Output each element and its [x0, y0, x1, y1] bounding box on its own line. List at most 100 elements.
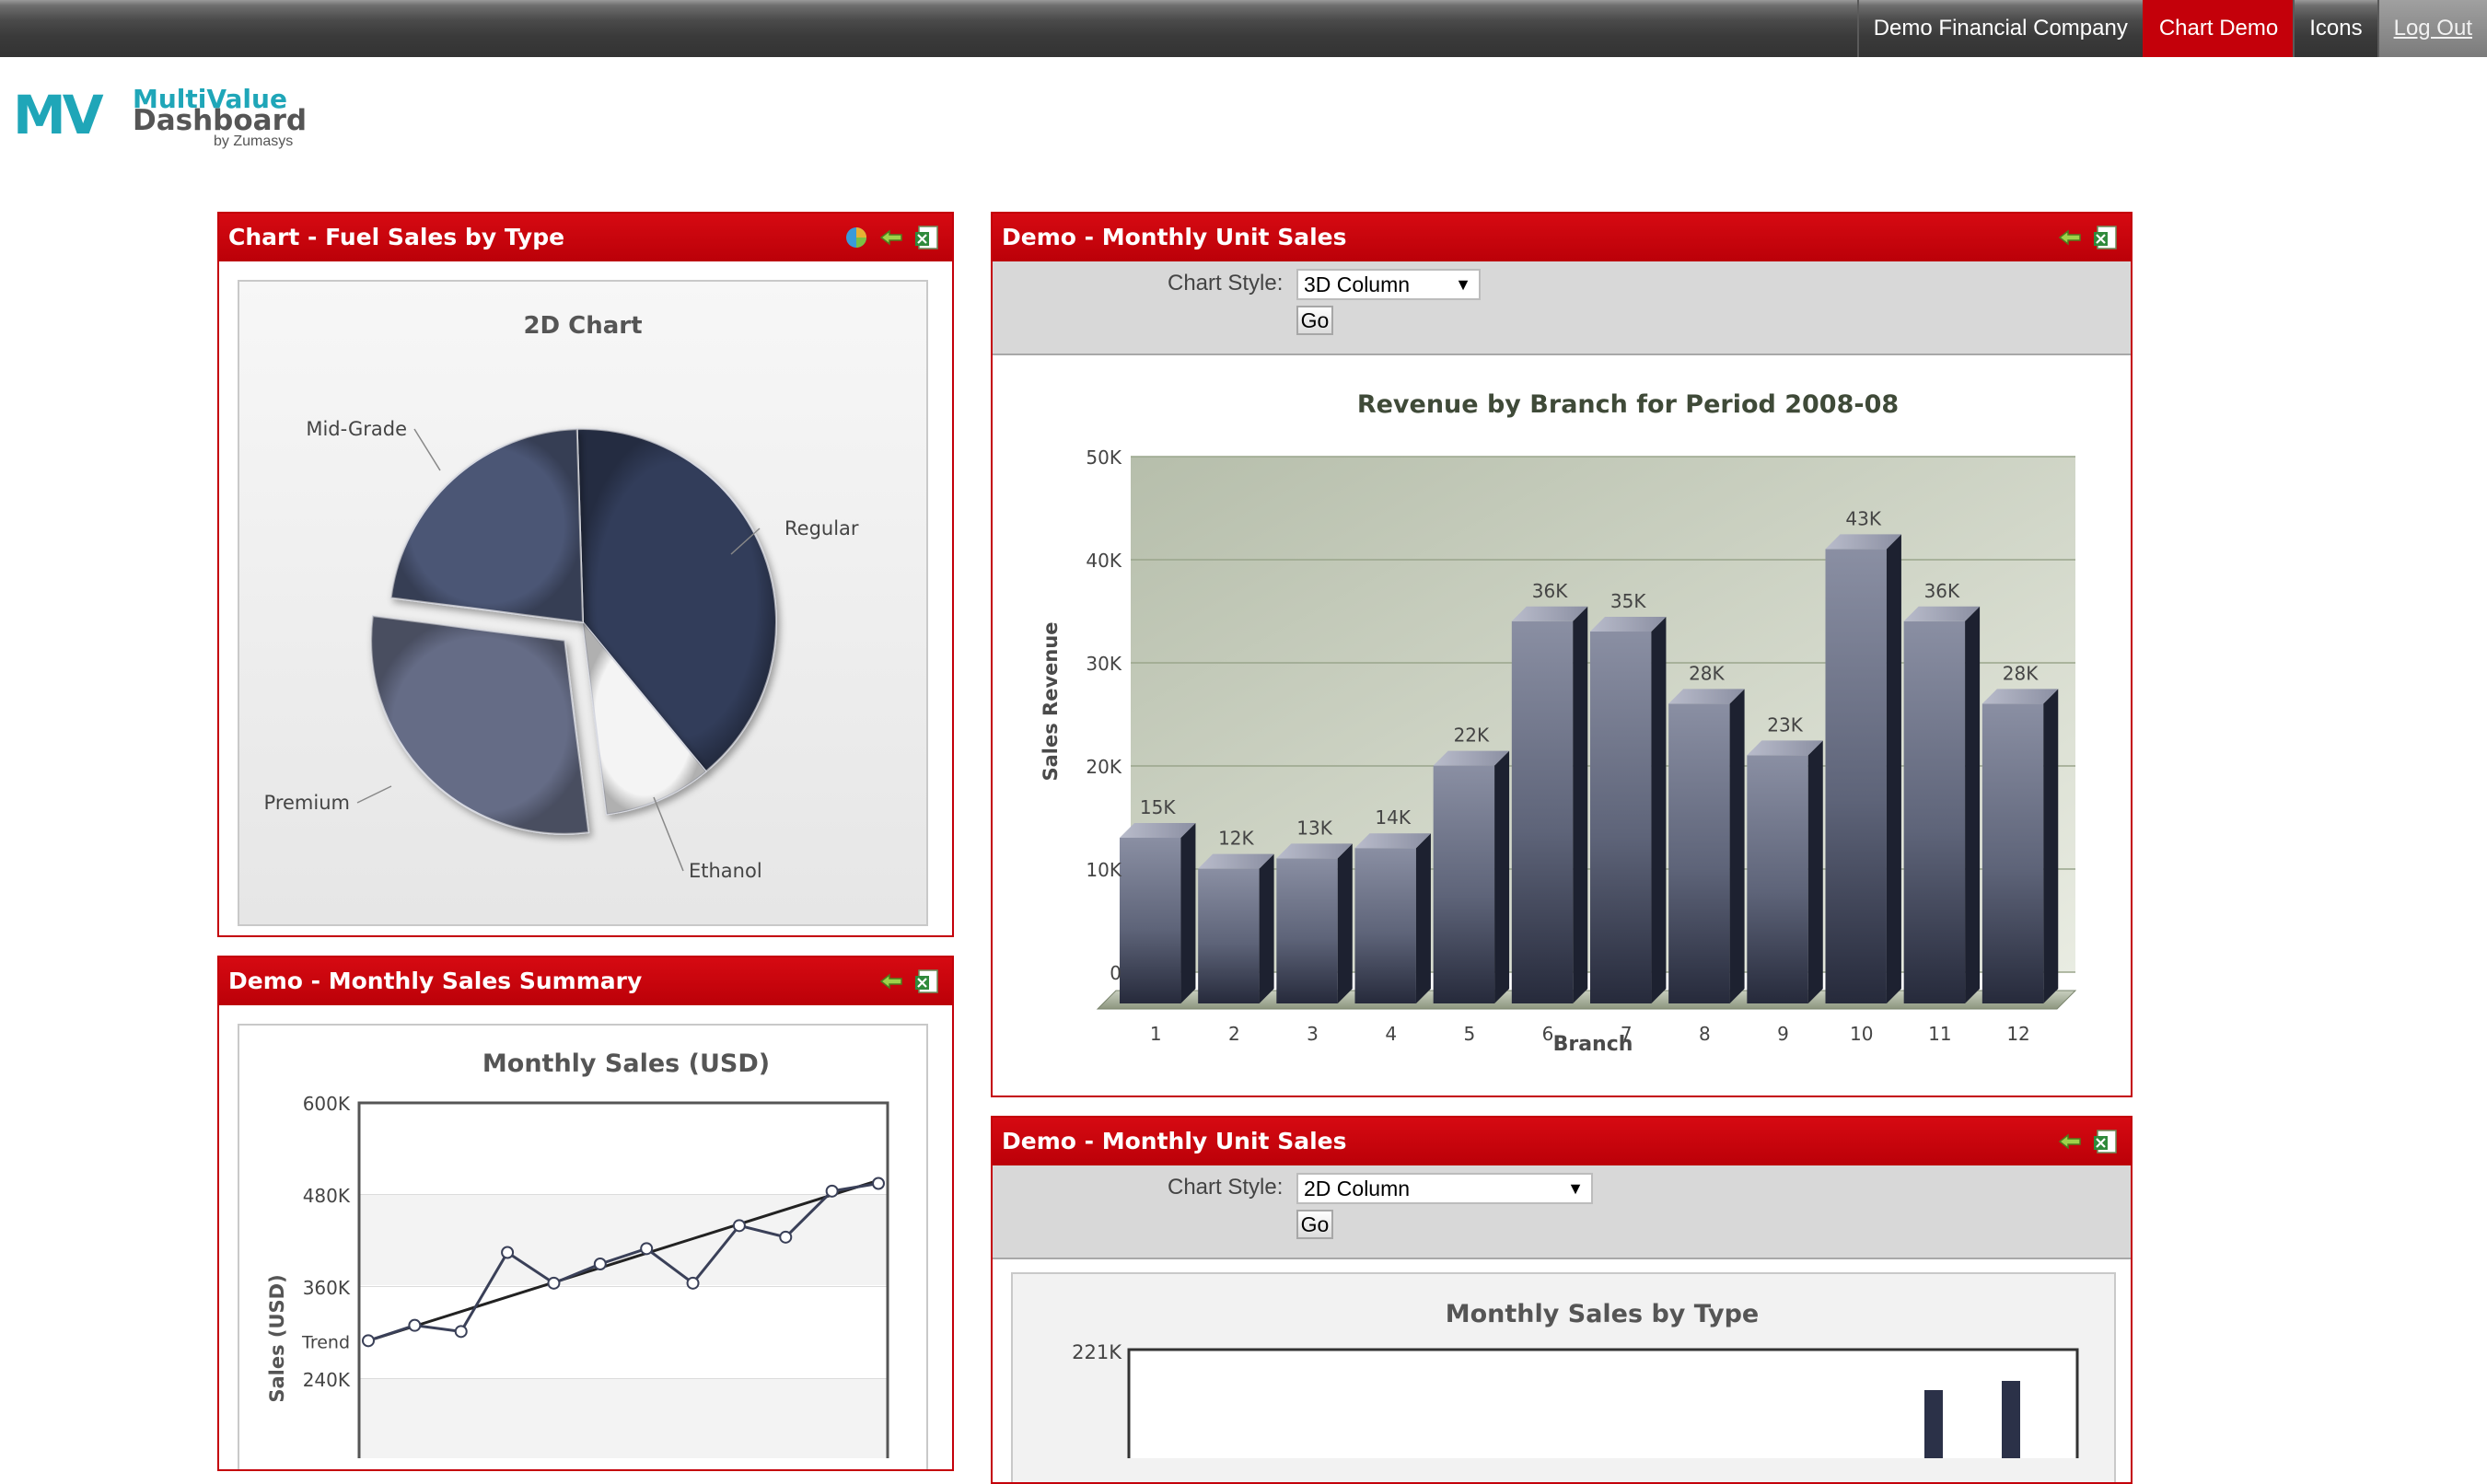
revenue-x-tick: 11 — [1928, 1023, 1951, 1045]
sales-point — [547, 1276, 561, 1290]
revenue-x-tick: 1 — [1150, 1023, 1162, 1045]
revenue-x-tick: 12 — [2006, 1023, 2029, 1045]
unit-panel-2d-header: Demo - Monthly Unit Sales — [993, 1118, 2131, 1165]
sales-point — [593, 1258, 607, 1270]
back-arrow-icon[interactable] — [878, 225, 904, 250]
back-arrow-icon[interactable] — [2057, 1129, 2083, 1154]
unit-sales-panel-2d: Demo - Monthly Unit Sales Chart Style: 2… — [991, 1116, 2133, 1484]
monthly-sales-by-type-chart: Monthly Sales by Type 221K — [1072, 1300, 2079, 1482]
revenue-bar — [1433, 765, 1495, 1003]
sales-point — [501, 1246, 515, 1259]
sales-point — [825, 1184, 839, 1198]
app-logo: MV MultiValue Dashboard by Zumasys — [13, 85, 308, 155]
chart-style-select[interactable]: 3D Column ▼ — [1296, 269, 1481, 300]
line-grid-band — [359, 1379, 888, 1469]
revenue-data-label: 28K — [2003, 662, 2039, 684]
excel-export-icon[interactable] — [913, 225, 939, 250]
pie-label-ethanol: Ethanol — [689, 860, 762, 882]
logo-line-3: by Zumasys — [214, 133, 294, 149]
sales-point — [686, 1276, 700, 1290]
sales-point — [640, 1242, 654, 1256]
unit-sales-panel-3d: Demo - Monthly Unit Sales Chart Style: 3… — [991, 212, 2133, 1097]
revenue-x-tick: 6 — [1542, 1023, 1554, 1045]
sales-point — [779, 1230, 793, 1244]
sales-point — [732, 1219, 746, 1233]
revenue-bar-side — [1337, 843, 1353, 1003]
logout-link[interactable]: Log Out — [2377, 0, 2487, 57]
sales-summary-panel: Demo - Monthly Sales Summary Monthly Sal… — [217, 956, 954, 1471]
revenue-bar — [1198, 868, 1260, 1003]
back-arrow-icon[interactable] — [878, 968, 904, 994]
revenue-bar-side — [1651, 617, 1667, 1003]
pie-chart-icon[interactable] — [843, 225, 869, 250]
revenue-bar-side — [1965, 606, 1981, 1003]
revenue-bar-side — [1807, 740, 1823, 1003]
chart-style-value: 2D Column — [1304, 1177, 1411, 1200]
revenue-bar-side — [1180, 823, 1196, 1003]
go-button[interactable]: Go — [1296, 306, 1333, 335]
back-arrow-icon[interactable] — [2057, 225, 2083, 250]
nav-icons[interactable]: Icons — [2293, 0, 2377, 57]
chart-style-value: 3D Column — [1304, 272, 1411, 296]
nav-company[interactable]: Demo Financial Company — [1856, 0, 2143, 57]
sales-point — [872, 1177, 885, 1190]
logo-mark: MV — [13, 88, 104, 142]
revenue-bar — [1276, 858, 1338, 1003]
bytype-bar — [1924, 1390, 1943, 1464]
summary-panel-header: Demo - Monthly Sales Summary — [219, 957, 952, 1005]
bytype-chart-frame: Monthly Sales by Type 221K — [1011, 1272, 2116, 1482]
trend-line-label: Trend — [301, 1332, 350, 1352]
revenue-x-tick: 4 — [1385, 1023, 1397, 1045]
top-nav: Demo Financial Company Chart Demo Icons … — [1856, 0, 2487, 57]
go-button[interactable]: Go — [1296, 1210, 1333, 1239]
sales-point — [362, 1334, 375, 1348]
chart-style-label: Chart Style: — [1168, 1175, 1284, 1200]
logo-mark-text: MV — [13, 84, 104, 146]
line-y-tick: 480K — [303, 1185, 351, 1207]
revenue-x-tick: 2 — [1228, 1023, 1240, 1045]
dropdown-arrow-icon: ▼ — [1567, 1179, 1584, 1198]
revenue-x-tick: 8 — [1699, 1023, 1711, 1045]
line-y-axis-label: Sales (USD) — [266, 1274, 288, 1402]
revenue-bar-side — [1415, 833, 1431, 1003]
revenue-bar — [1825, 549, 1887, 1003]
fuel-pie-chart: 2D Chart Regular Ethanol Premium Mid-Grade — [239, 282, 926, 924]
fuel-chart-frame: 2D Chart Regular Ethanol Premium Mid-Grade — [238, 280, 928, 926]
revenue-x-tick: 9 — [1777, 1023, 1789, 1045]
excel-export-icon[interactable] — [913, 968, 939, 994]
pie-label-mid-grade: Mid-Grade — [306, 418, 407, 440]
chart-style-select[interactable]: 2D Column ▼ — [1296, 1173, 1593, 1204]
unit-panel-2d-title: Demo - Monthly Unit Sales — [1002, 1128, 1347, 1154]
revenue-bar — [1981, 703, 2044, 1003]
revenue-x-tick: 5 — [1464, 1023, 1476, 1045]
revenue-bar — [1747, 755, 1808, 1003]
revenue-data-label: 36K — [1532, 580, 1568, 602]
fuel-panel-header: Chart - Fuel Sales by Type — [219, 214, 952, 261]
line-title: Monthly Sales (USD) — [482, 1049, 770, 1078]
nav-chart-demo[interactable]: Chart Demo — [2142, 0, 2294, 57]
fuel-sales-panel: Chart - Fuel Sales by Type 2D Chart Regu… — [217, 212, 954, 937]
revenue-3d-column-chart: Revenue by Branch for Period 2008-08 Sal… — [1040, 390, 2077, 1056]
pie-label-regular: Regular — [784, 517, 859, 539]
revenue-bar-side — [1729, 689, 1745, 1003]
revenue-bar-side — [1494, 750, 1510, 1003]
pie-label-premium: Premium — [264, 792, 350, 814]
fuel-panel-title: Chart - Fuel Sales by Type — [228, 224, 565, 250]
pie-title: 2D Chart — [523, 312, 642, 340]
revenue-bar — [1120, 838, 1181, 1003]
excel-export-icon[interactable] — [2092, 225, 2118, 250]
bytype-title: Monthly Sales by Type — [1446, 1300, 1760, 1328]
line-y-tick: 360K — [303, 1277, 351, 1299]
revenue-bar — [1903, 620, 1966, 1003]
monthly-sales-line-chart: Monthly Sales (USD) Sales (USD) 600K 480K… — [266, 1049, 889, 1469]
revenue-data-label: 15K — [1140, 796, 1176, 818]
summary-panel-title: Demo - Monthly Sales Summary — [228, 968, 643, 994]
revenue-bar — [1511, 620, 1574, 1003]
chart-style-bar-3d: Chart Style: 3D Column ▼ Go — [993, 261, 2131, 355]
excel-export-icon[interactable] — [2092, 1129, 2118, 1154]
sales-point — [408, 1318, 422, 1332]
revenue-data-label: 22K — [1454, 725, 1490, 747]
revenue-y-tick: 0 — [1110, 962, 1121, 984]
revenue-bar-side — [1259, 853, 1274, 1003]
revenue-data-label: 23K — [1767, 713, 1803, 736]
